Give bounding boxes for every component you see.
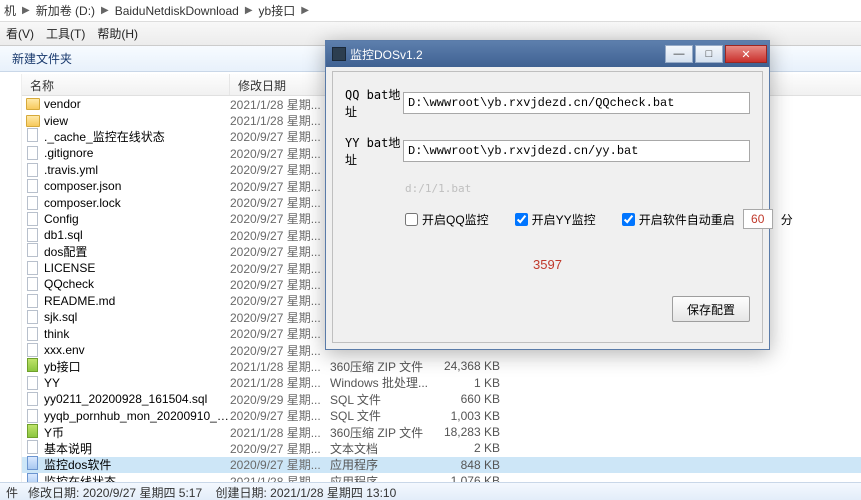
crumb[interactable]: 新加卷 (D:) bbox=[36, 2, 95, 19]
zip-icon bbox=[27, 358, 38, 372]
auto-restart-checkbox[interactable]: 开启软件自动重启分 bbox=[622, 209, 793, 229]
file-row[interactable]: 监控dos软件2020/9/27 星期...应用程序848 KB bbox=[22, 457, 861, 473]
dialog-titlebar[interactable]: 监控DOSv1.2 — □ ✕ bbox=[326, 41, 769, 67]
menu-view[interactable]: 看(V) bbox=[6, 25, 34, 42]
file-icon bbox=[27, 277, 38, 291]
menu-help[interactable]: 帮助(H) bbox=[97, 25, 138, 42]
crumb[interactable]: yb接口 bbox=[259, 2, 296, 19]
counter-value: 3597 bbox=[345, 257, 750, 272]
close-button[interactable]: ✕ bbox=[725, 45, 767, 63]
file-icon bbox=[27, 261, 38, 275]
file-row[interactable]: 基本说明2020/9/27 星期...文本文档2 KB bbox=[22, 440, 861, 456]
file-row[interactable]: Y币2021/1/28 星期...360压缩 ZIP 文件18,283 KB bbox=[22, 424, 861, 440]
yy-monitor-checkbox[interactable]: 开启YY监控 bbox=[515, 211, 596, 228]
status-bar: 件 修改日期: 2020/9/27 星期四 5:17 创建日期: 2021/1/… bbox=[0, 482, 861, 500]
file-icon bbox=[27, 440, 38, 454]
folder-icon bbox=[26, 115, 40, 127]
new-folder-button[interactable]: 新建文件夹 bbox=[12, 50, 72, 67]
file-row[interactable]: yb接口2021/1/28 星期...360压缩 ZIP 文件24,368 KB bbox=[22, 358, 861, 374]
file-icon bbox=[27, 409, 38, 423]
qq-bat-label: QQ bat地址 bbox=[345, 86, 403, 120]
exe-icon bbox=[27, 473, 38, 482]
status-mod-label: 修改日期: bbox=[28, 486, 79, 500]
yy-bat-input[interactable] bbox=[403, 140, 750, 162]
crumb-sep: ▶ bbox=[245, 5, 253, 16]
crumb[interactable]: BaiduNetdiskDownload bbox=[115, 4, 239, 18]
maximize-button[interactable]: □ bbox=[695, 45, 723, 63]
dialog-body: QQ bat地址 YY bat地址 d:/1/1.bat 开启QQ监控 开启YY… bbox=[332, 71, 763, 343]
file-icon bbox=[27, 196, 38, 210]
file-icon bbox=[27, 343, 38, 357]
col-date[interactable]: 修改日期 bbox=[230, 74, 330, 95]
file-icon bbox=[27, 146, 38, 160]
file-icon bbox=[27, 327, 38, 341]
col-name[interactable]: 名称 bbox=[22, 74, 230, 95]
yy-bat-label: YY bat地址 bbox=[345, 134, 403, 168]
minutes-input[interactable] bbox=[743, 209, 773, 229]
qq-monitor-checkbox[interactable]: 开启QQ监控 bbox=[405, 211, 489, 228]
status-create: 2021/1/28 星期四 13:10 bbox=[270, 486, 396, 500]
file-icon bbox=[27, 179, 38, 193]
breadcrumb[interactable]: 机 ▶ 新加卷 (D:) ▶ BaiduNetdiskDownload ▶ yb接口 ▶ bbox=[0, 0, 861, 22]
status-create-label: 创建日期: bbox=[215, 486, 266, 500]
file-icon bbox=[27, 376, 38, 390]
app-icon bbox=[332, 47, 346, 61]
file-icon bbox=[27, 392, 38, 406]
crumb[interactable]: 机 bbox=[4, 2, 16, 19]
file-icon bbox=[27, 228, 38, 242]
dialog-title: 监控DOSv1.2 bbox=[350, 46, 423, 63]
crumb-sep: ▶ bbox=[101, 5, 109, 16]
zip-icon bbox=[27, 424, 38, 438]
file-icon bbox=[27, 128, 38, 142]
file-row[interactable]: yyqb_pornhub_mon_20200910_22565...2020/9… bbox=[22, 407, 861, 423]
file-icon bbox=[27, 243, 38, 257]
file-row[interactable]: 监控在线状态2021/1/28 星期...应用程序1,076 KB bbox=[22, 473, 861, 482]
file-icon bbox=[27, 212, 38, 226]
sidebar bbox=[0, 74, 22, 482]
status-prefix: 件 bbox=[6, 486, 18, 500]
status-mod: 2020/9/27 星期四 5:17 bbox=[83, 486, 202, 500]
qq-bat-input[interactable] bbox=[403, 92, 750, 114]
minimize-button[interactable]: — bbox=[665, 45, 693, 63]
crumb-sep: ▶ bbox=[22, 5, 30, 16]
file-row[interactable]: yy0211_20200928_161504.sql2020/9/29 星期..… bbox=[22, 391, 861, 407]
file-icon bbox=[27, 163, 38, 177]
save-config-button[interactable]: 保存配置 bbox=[672, 296, 750, 322]
file-icon bbox=[27, 294, 38, 308]
path-hint: d:/1/1.bat bbox=[405, 182, 750, 195]
dialog-window: 监控DOSv1.2 — □ ✕ QQ bat地址 YY bat地址 d:/1/1… bbox=[325, 40, 770, 350]
exe-icon bbox=[27, 456, 38, 470]
folder-icon bbox=[26, 98, 40, 110]
menu-tools[interactable]: 工具(T) bbox=[46, 25, 85, 42]
file-row[interactable]: YY2021/1/28 星期...Windows 批处理...1 KB bbox=[22, 375, 861, 391]
file-icon bbox=[27, 310, 38, 324]
crumb-sep: ▶ bbox=[301, 5, 309, 16]
